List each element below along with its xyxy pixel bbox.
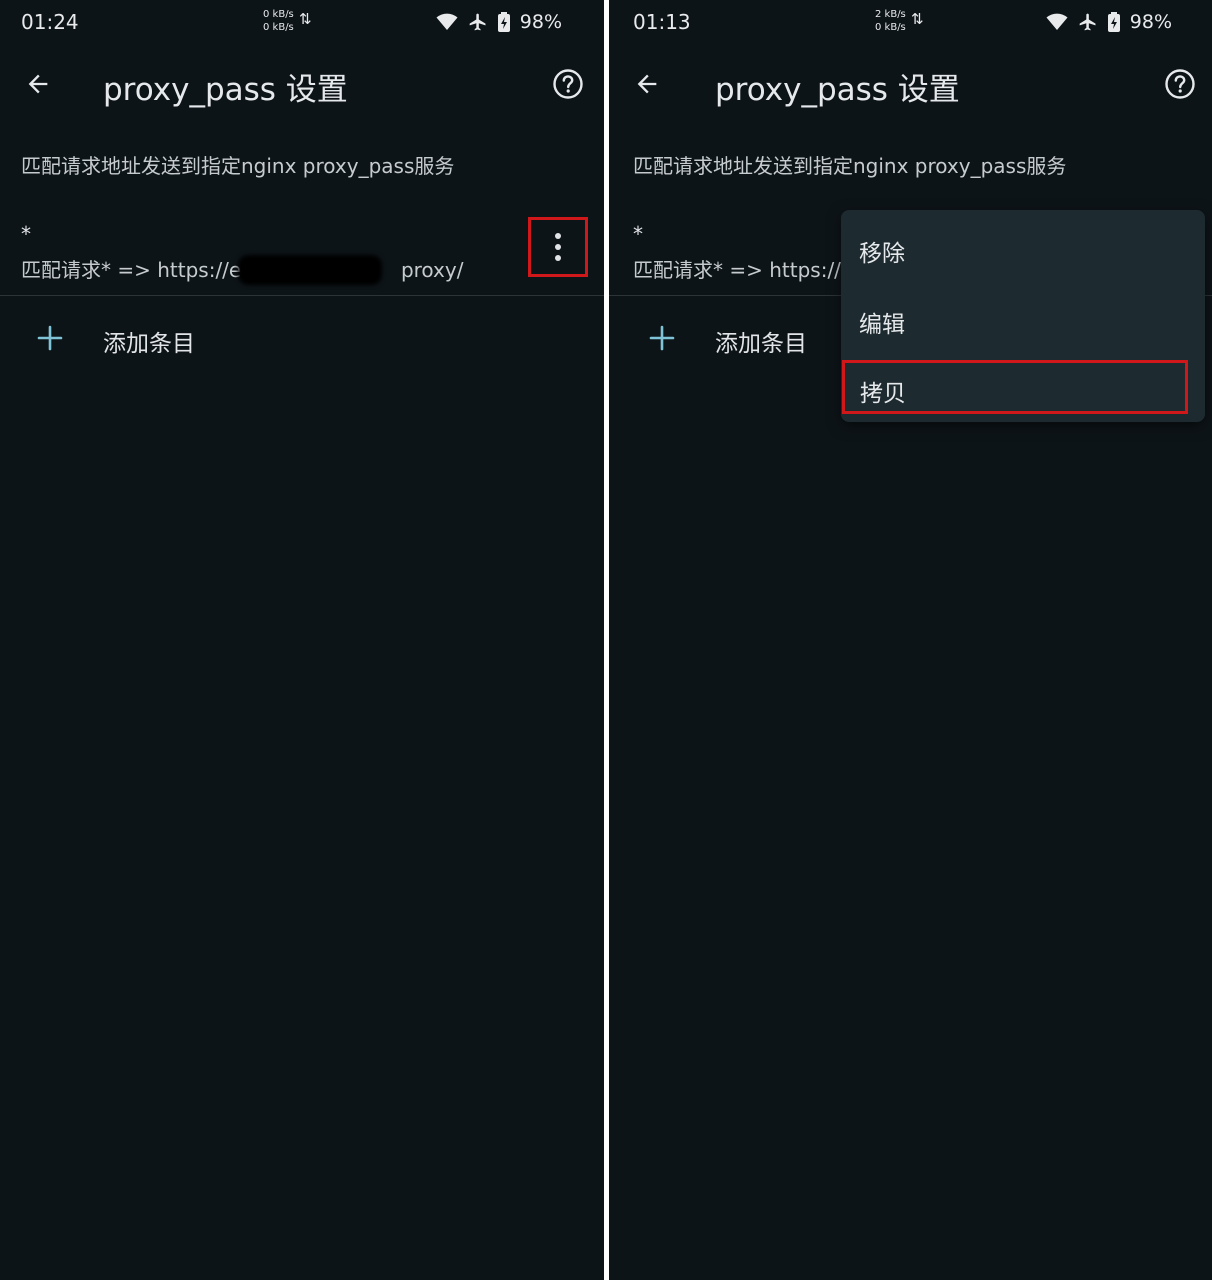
add-entry-label: 添加条目 [715, 331, 807, 357]
menu-item-edit[interactable]: 编辑 [841, 289, 1205, 349]
battery-charging-icon [497, 12, 510, 32]
page-title: proxy_pass 设置 [715, 72, 960, 108]
arrow-left-icon [637, 74, 657, 94]
battery-level: 98% [519, 11, 562, 33]
menu-item-label: 移除 [859, 241, 905, 267]
airplane-icon [469, 13, 486, 31]
plus-icon [649, 325, 675, 351]
help-circle-icon [553, 69, 583, 99]
data-arrows-icon: ⇅ [299, 10, 311, 28]
proxy-entry[interactable]: * 匹配请求* => https://ec0 proxy/ [0, 212, 604, 296]
entry-options-menu: 移除 编辑 拷贝 [841, 210, 1205, 422]
battery-charging-icon [1107, 12, 1120, 32]
right-screen: 01:13 2 kB/s 0 kB/s ⇅ 98% proxy_pass 设置 … [609, 0, 1212, 1280]
plus-icon [37, 325, 63, 351]
left-screen: 01:24 0 kB/s 0 kB/s ⇅ 98% proxy_pass 设置 … [0, 0, 604, 1280]
add-entry-label: 添加条目 [103, 331, 195, 357]
status-icons: 98% [1046, 8, 1172, 36]
menu-item-copy[interactable]: 拷贝 [842, 360, 1188, 414]
redaction-mark [238, 255, 382, 285]
entry-title: * [21, 222, 31, 246]
entry-subtitle-suffix: proxy/ [400, 258, 464, 282]
battery-level: 98% [1129, 11, 1172, 33]
menu-item-label: 拷贝 [860, 381, 906, 407]
status-bar: 01:24 0 kB/s 0 kB/s ⇅ 98% [0, 0, 604, 44]
entry-subtitle-prefix: 匹配请求* => https://ec0 [21, 258, 265, 282]
status-time: 01:13 [633, 10, 691, 34]
page-description: 匹配请求地址发送到指定nginx proxy_pass服务 [633, 154, 1067, 178]
help-circle-icon [1165, 69, 1195, 99]
app-bar: proxy_pass 设置 [609, 52, 1212, 116]
network-speed: 0 kB/s 0 kB/s [263, 8, 294, 34]
back-button[interactable] [20, 66, 56, 102]
wifi-icon [1046, 13, 1068, 30]
net-up-speed: 0 kB/s [263, 9, 294, 20]
status-time: 01:24 [21, 10, 79, 34]
menu-item-label: 编辑 [859, 312, 905, 338]
back-button[interactable] [629, 66, 665, 102]
status-icons: 98% [436, 8, 562, 36]
net-down-speed: 0 kB/s [875, 22, 906, 33]
page-description: 匹配请求地址发送到指定nginx proxy_pass服务 [21, 154, 455, 178]
help-button[interactable] [1162, 66, 1198, 102]
net-down-speed: 0 kB/s [263, 22, 294, 33]
help-button[interactable] [550, 66, 586, 102]
more-vertical-icon [555, 233, 561, 239]
net-up-speed: 2 kB/s [875, 9, 906, 20]
menu-item-remove[interactable]: 移除 [841, 218, 1205, 278]
arrow-left-icon [28, 74, 48, 94]
wifi-icon [436, 13, 458, 30]
entry-title: * [633, 222, 643, 246]
app-bar: proxy_pass 设置 [0, 52, 604, 116]
airplane-icon [1079, 13, 1096, 31]
status-bar: 01:13 2 kB/s 0 kB/s ⇅ 98% [609, 0, 1212, 44]
data-arrows-icon: ⇅ [911, 10, 923, 28]
page-title: proxy_pass 设置 [103, 72, 348, 108]
more-options-button[interactable] [528, 217, 588, 277]
network-speed: 2 kB/s 0 kB/s [875, 8, 906, 34]
entry-subtitle: 匹配请求* => https://ec [633, 258, 865, 282]
add-entry-button[interactable]: 添加条目 [0, 312, 604, 368]
